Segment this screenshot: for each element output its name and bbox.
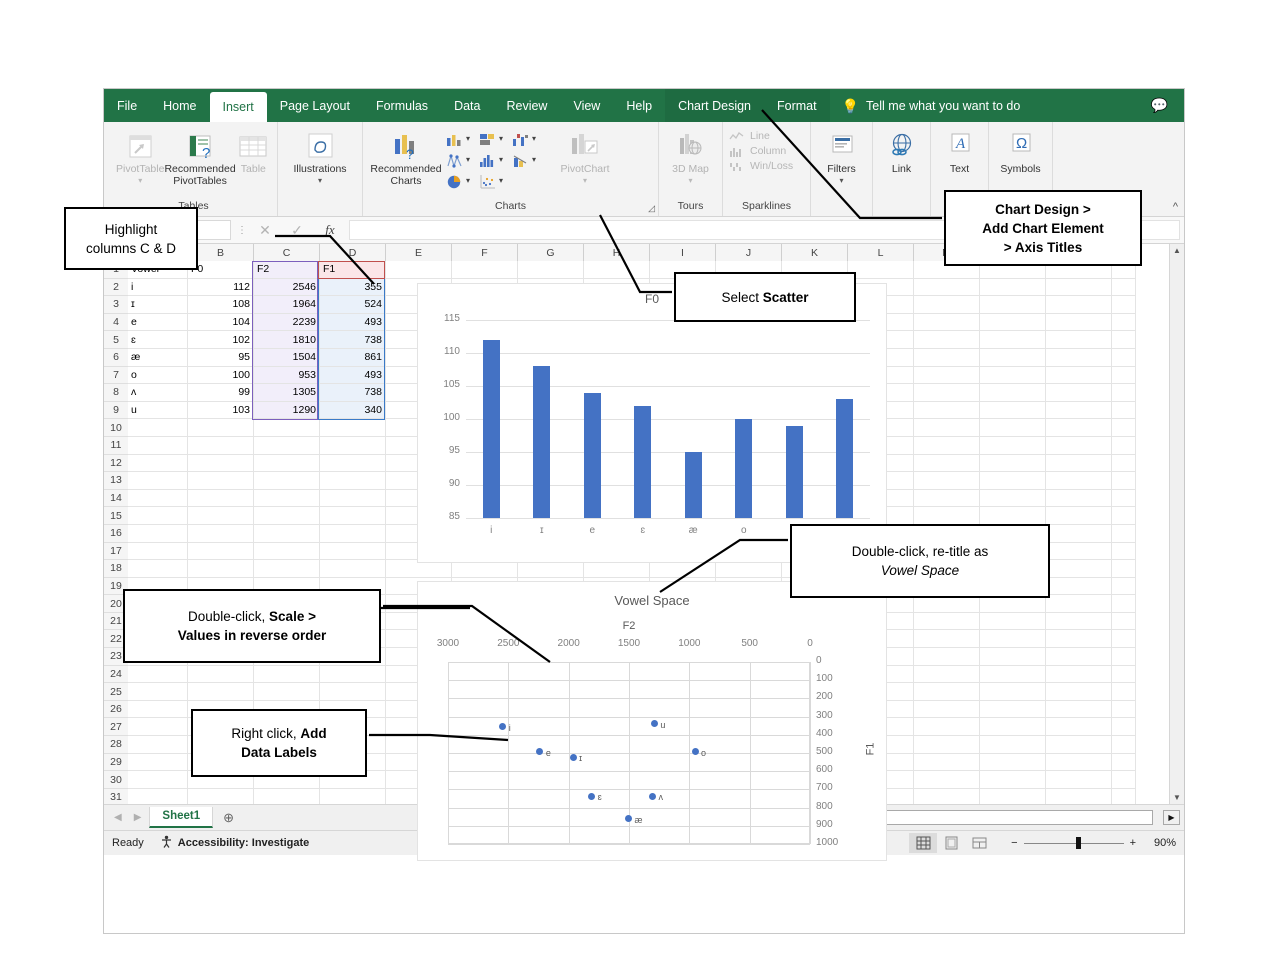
callout-axis-line1: Chart Design >	[995, 201, 1091, 217]
callout-reverse-bold1: Scale >	[269, 609, 316, 624]
leader-select-scatter	[599, 214, 672, 294]
callout-axis-titles: Chart Design > Add Chart Element > Axis …	[944, 190, 1142, 266]
callout-labels-bold2: Data Labels	[241, 745, 317, 760]
leader-retitle	[659, 538, 788, 593]
leader-lines	[275, 109, 942, 742]
callout-highlight-line2: columns C & D	[85, 240, 177, 256]
leader-highlight-columns	[275, 234, 375, 285]
callout-reverse-prefix: Double-click,	[188, 609, 270, 624]
callout-axis-line3: > Axis Titles	[1003, 239, 1083, 255]
leader-axis-titles	[761, 109, 942, 220]
callout-scatter-bold: Scatter	[762, 289, 809, 305]
callout-highlight-columns: Highlight columns C & D	[64, 207, 198, 270]
callout-reverse-order: Double-click, Scale > Values in reverse …	[123, 589, 381, 663]
callout-data-labels: Right click, Add Data Labels	[191, 709, 367, 777]
callout-reverse-bold2: Values in reverse order	[177, 628, 327, 643]
callout-retitle-line1: Double-click, re-title as	[851, 544, 989, 559]
callout-highlight-line1: Highlight	[104, 221, 158, 237]
callout-labels-prefix: Right click,	[231, 726, 301, 741]
callout-axis-line2: Add Chart Element	[982, 220, 1104, 236]
leader-reverse-b	[383, 604, 551, 663]
leader-reverse-a	[381, 605, 471, 610]
callout-retitle-italic: Vowel Space	[880, 563, 960, 578]
callout-labels-bold1: Add	[300, 726, 327, 741]
callout-select-scatter: Select Scatter	[674, 272, 856, 322]
leader-data-labels	[369, 733, 509, 742]
callout-scatter-prefix: Select	[721, 289, 763, 305]
callout-retitle: Double-click, re-title as Vowel Space	[790, 524, 1050, 598]
